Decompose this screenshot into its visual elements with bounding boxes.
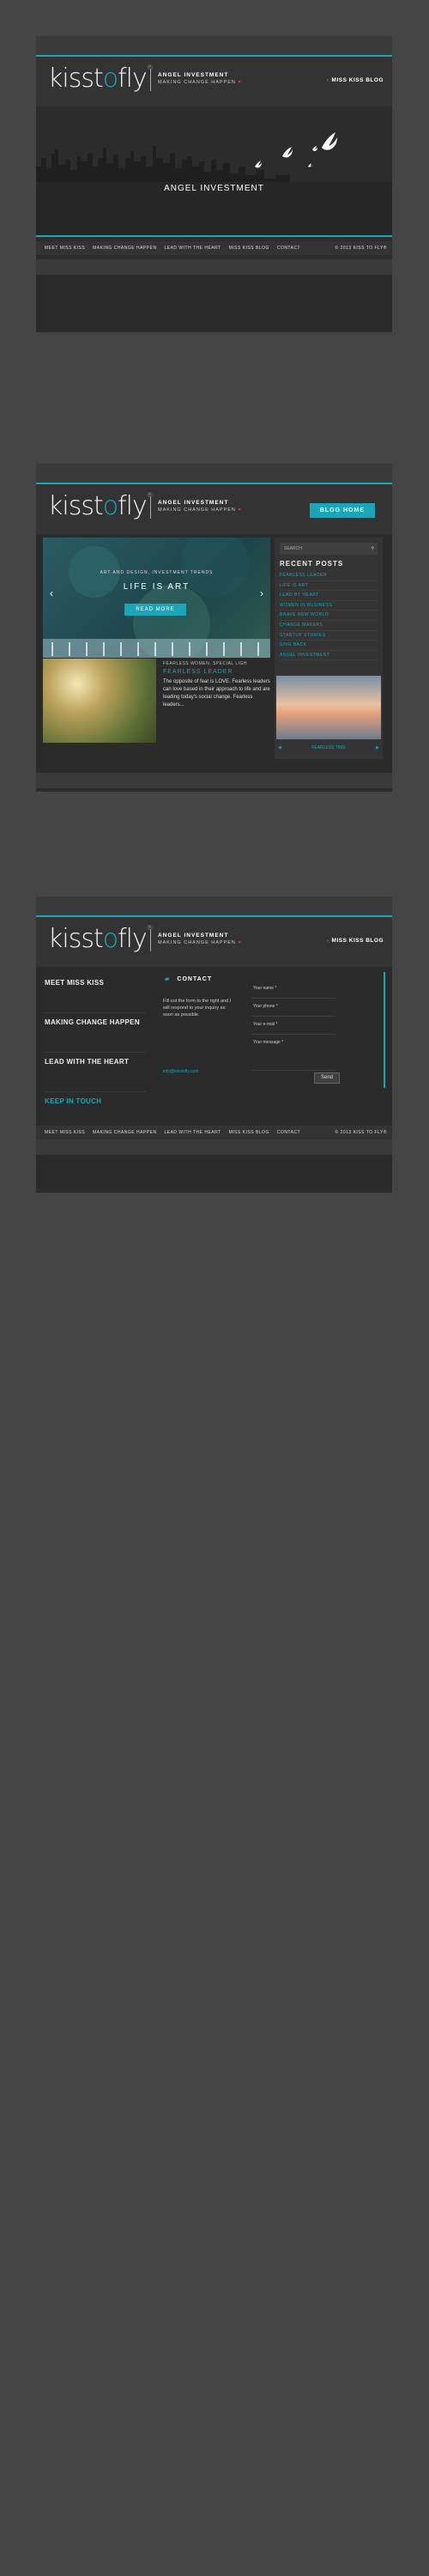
recent-post-link[interactable]: STARTUP STORIES bbox=[280, 631, 378, 641]
chevron-right-icon[interactable]: ▶ bbox=[376, 745, 379, 750]
footer-link[interactable]: LEAD WITH THE HEART bbox=[164, 1130, 221, 1135]
contact-menu: MEET MISS KISS MAKING CHANGE HAPPEN LEAD… bbox=[45, 974, 146, 1132]
recent-post-link[interactable]: BRAVE NEW WORLD bbox=[280, 611, 378, 621]
post-meta: FEARLESS WOMEN, SPECIAL LIGH bbox=[163, 661, 248, 666]
hero-title: ANGEL INVESTMENT bbox=[164, 184, 264, 193]
mockup-contact: kisstofly® ANGEL INVESTMENT MAKING CHANG… bbox=[36, 896, 392, 1193]
logo-divider bbox=[150, 69, 151, 91]
contact-heading: ▰ CONTACT bbox=[165, 976, 213, 982]
logo[interactable]: kisstofly® bbox=[48, 64, 154, 94]
contact-content: MEET MISS KISS MAKING CHANGE HAPPEN LEAD… bbox=[36, 967, 392, 1132]
recent-post-link[interactable]: GIVE BACK bbox=[280, 641, 378, 651]
chevron-right-icon: › bbox=[326, 77, 329, 83]
slider-kicker: ART AND DESIGN, INVESTMENT TRENDS bbox=[100, 570, 214, 575]
chevron-left-icon[interactable]: ◀ bbox=[278, 745, 281, 750]
mockup-blog: kisstofly® ANGEL INVESTMENT MAKING CHANG… bbox=[36, 464, 392, 792]
footer-link[interactable]: MEET MISS KISS bbox=[45, 1130, 85, 1135]
footer-links: MEET MISS KISS MAKING CHANGE HAPPEN LEAD… bbox=[45, 1130, 306, 1135]
menu-item[interactable]: LEAD WITH THE HEART bbox=[45, 1053, 146, 1092]
menu-item[interactable]: MEET MISS KISS bbox=[45, 974, 146, 1013]
recent-post-link[interactable]: ANGEL INVESTMENT bbox=[280, 651, 378, 661]
search-icon: ⚲ bbox=[371, 546, 374, 551]
heart-icon: ♥ bbox=[238, 80, 242, 85]
tagline-sub: MAKING CHANGE HAPPEN ♥ bbox=[158, 80, 242, 85]
tagline-main: ANGEL INVESTMENT bbox=[158, 72, 229, 78]
footer-link[interactable]: CONTACT bbox=[277, 246, 300, 251]
recent-post-link[interactable]: WOMEN IN BUSINESS bbox=[280, 601, 378, 611]
footer-link[interactable]: LEAD WITH THE HEART bbox=[164, 246, 221, 251]
top-strip bbox=[36, 36, 392, 55]
blog-content: ART AND DESIGN, INVESTMENT TRENDS LIFE I… bbox=[36, 534, 392, 773]
phone-field[interactable]: Your phone * bbox=[251, 999, 335, 1017]
miss-kiss-blog-link[interactable]: › MISS KISS BLOG bbox=[327, 938, 384, 944]
site-header: kisstofly® ANGEL INVESTMENT MAKING CHANG… bbox=[36, 484, 392, 534]
heart-icon: ♥ bbox=[238, 507, 242, 513]
hero-banner: ANGEL INVESTMENT bbox=[36, 106, 392, 235]
heart-icon: ♥ bbox=[238, 940, 242, 945]
recent-posts-heading: RECENT POSTS bbox=[280, 560, 344, 568]
search-input[interactable]: SEARCH ⚲ bbox=[280, 543, 378, 555]
footer-link[interactable]: MAKING CHANGE HAPPEN bbox=[93, 1130, 156, 1135]
chevron-left-icon[interactable]: ‹ bbox=[50, 587, 53, 599]
footer-link[interactable]: MISS KISS BLOG bbox=[229, 246, 269, 251]
slider-art bbox=[43, 538, 270, 658]
mockup-angel-investment: kisstofly® ANGEL INVESTMENT MAKING CHANG… bbox=[36, 36, 392, 332]
read-more-button[interactable]: READ MORE bbox=[124, 604, 186, 616]
chevron-right-icon: › bbox=[326, 938, 329, 944]
folder-icon: ▰ bbox=[165, 976, 171, 982]
chevron-right-icon[interactable]: › bbox=[260, 587, 263, 599]
recent-posts-list: FEARLESS LEADER LIFE IS ART LEAD BY HEAR… bbox=[280, 571, 378, 661]
contact-form: Your name * Your phone * Your e-mail * Y… bbox=[251, 981, 335, 1071]
site-header: kisstofly® ANGEL INVESTMENT MAKING CHANG… bbox=[36, 917, 392, 967]
email-field[interactable]: Your e-mail * bbox=[251, 1017, 335, 1035]
tagline-main: ANGEL INVESTMENT bbox=[158, 500, 229, 506]
footer-bar: MEET MISS KISS MAKING CHANGE HAPPEN LEAD… bbox=[36, 241, 392, 255]
name-field[interactable]: Your name * bbox=[251, 981, 335, 999]
city-skyline bbox=[36, 106, 392, 235]
tagline-sub: MAKING CHANGE HAPPEN ♥ bbox=[158, 507, 242, 513]
recent-post-link[interactable]: LIFE IS ART bbox=[280, 581, 378, 592]
recent-post-link[interactable]: CHANGE MAKERS bbox=[280, 621, 378, 631]
footer-bar: MEET MISS KISS MAKING CHANGE HAPPEN LEAD… bbox=[36, 1126, 392, 1139]
tagline-main: ANGEL INVESTMENT bbox=[158, 933, 229, 939]
footer-link[interactable]: MISS KISS BLOG bbox=[229, 1130, 269, 1135]
logo[interactable]: kisstofly® bbox=[48, 924, 154, 954]
post-title[interactable]: FEARLESS LEADER bbox=[163, 669, 233, 675]
logo[interactable]: kisstofly® bbox=[48, 491, 154, 521]
recent-post-link[interactable]: FEARLESS LEADER bbox=[280, 571, 378, 581]
slider-title: LIFE IS ART bbox=[123, 582, 190, 592]
post-thumbnail[interactable] bbox=[43, 659, 156, 743]
menu-item[interactable]: MAKING CHANGE HAPPEN bbox=[45, 1013, 146, 1053]
footer-link[interactable]: CONTACT bbox=[277, 1130, 300, 1135]
miss-kiss-blog-link[interactable]: › MISS KISS BLOG bbox=[327, 77, 384, 83]
sidebar-image bbox=[276, 676, 381, 739]
footer-link[interactable]: MAKING CHANGE HAPPEN bbox=[93, 246, 156, 251]
send-button[interactable]: Send bbox=[314, 1072, 340, 1084]
featured-slider: ART AND DESIGN, INVESTMENT TRENDS LIFE I… bbox=[43, 538, 270, 658]
recent-post-link[interactable]: LEAD BY HEART bbox=[280, 591, 378, 601]
tagline-sub: MAKING CHANGE HAPPEN ♥ bbox=[158, 940, 242, 945]
footer-links: MEET MISS KISS MAKING CHANGE HAPPEN LEAD… bbox=[45, 246, 306, 251]
blog-home-button[interactable]: BLOG HOME bbox=[309, 503, 375, 518]
site-header: kisstofly® ANGEL INVESTMENT MAKING CHANG… bbox=[36, 57, 392, 106]
contact-email[interactable]: info@kisstofly.com bbox=[163, 1069, 198, 1074]
copyright: © 2013 KISS TO FLY® bbox=[335, 246, 387, 251]
message-field[interactable]: Your message * bbox=[251, 1035, 335, 1071]
post-excerpt: The opposite of fear is LOVE. Fearless l… bbox=[163, 679, 270, 708]
accent-line bbox=[384, 972, 385, 1088]
copyright: © 2013 KISS TO FLY® bbox=[335, 1130, 387, 1135]
sidebar-pager: ◀ FEARLESS TIME ▶ bbox=[276, 745, 381, 750]
footer-link[interactable]: MEET MISS KISS bbox=[45, 246, 85, 251]
pager-label[interactable]: FEARLESS TIME bbox=[311, 745, 345, 750]
contact-intro: Fill out the form to the right and I wil… bbox=[163, 999, 232, 1018]
